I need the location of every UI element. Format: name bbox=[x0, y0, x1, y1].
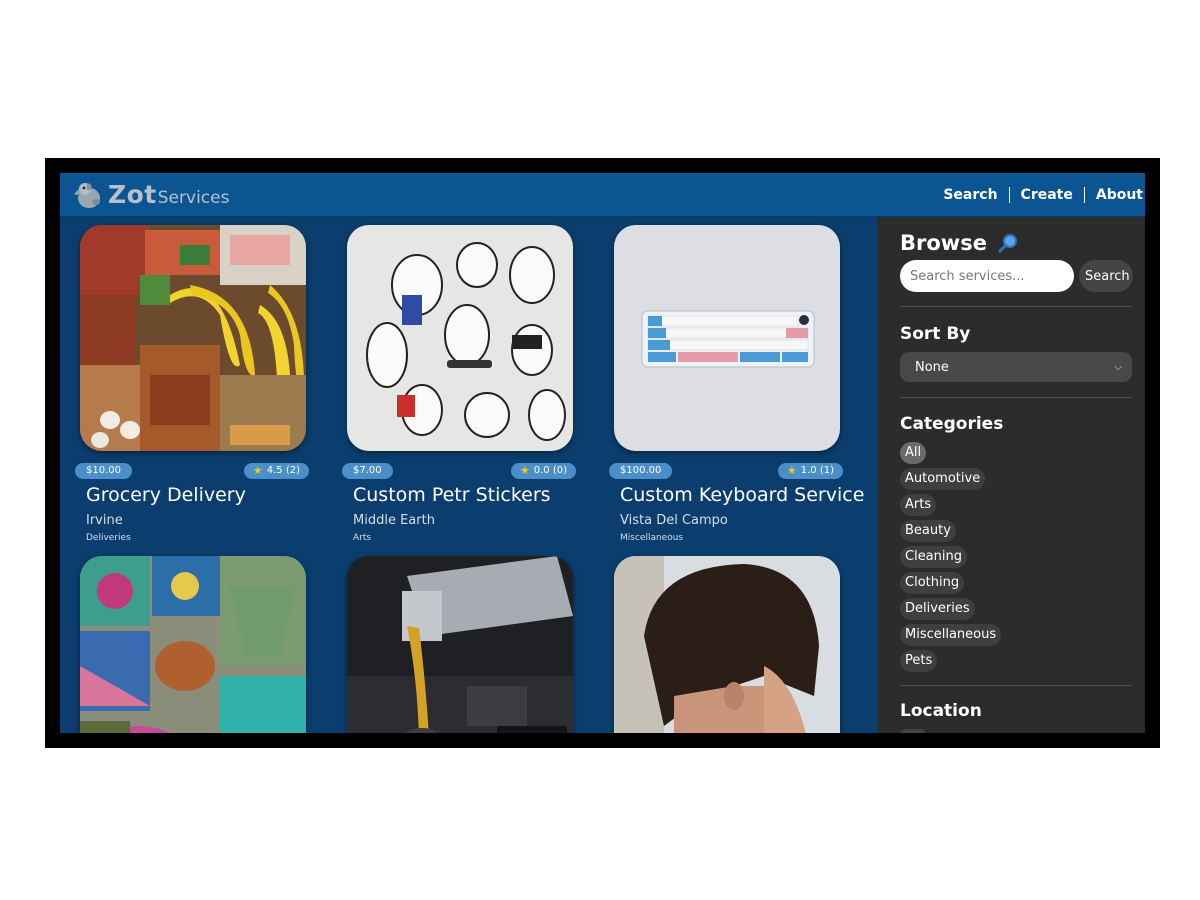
chevron-down-icon: ⌵ bbox=[1114, 361, 1122, 373]
category-clothing[interactable]: Clothing bbox=[900, 572, 965, 594]
rating-badge: ★ 0.0 (0) bbox=[510, 463, 576, 479]
service-image[interactable] bbox=[80, 556, 306, 733]
nav-search-link[interactable]: Search bbox=[932, 187, 1008, 203]
location-heading: Location bbox=[900, 701, 982, 721]
browse-title-text: Browse bbox=[900, 231, 987, 255]
motor-oil-photo bbox=[347, 556, 573, 733]
rating-text: 0.0 (0) bbox=[533, 465, 567, 476]
price-badge: $100.00 bbox=[609, 463, 673, 479]
category-pets[interactable]: Pets bbox=[900, 650, 938, 672]
category-beauty[interactable]: Beauty bbox=[900, 520, 956, 542]
browse-heading: Browse bbox=[900, 231, 1019, 255]
category-miscellaneous[interactable]: Miscellaneous bbox=[900, 624, 1002, 646]
logo-sub-text: Services bbox=[157, 188, 230, 208]
magnifier-icon bbox=[998, 234, 1017, 253]
category-arts[interactable]: Arts bbox=[900, 494, 937, 516]
rating-badge: ★ 1.0 (1) bbox=[777, 463, 843, 479]
listing-grid: $10.00 ★ 4.5 (2) Grocery Delivery Irvine… bbox=[60, 217, 877, 733]
nav-about-link[interactable]: About bbox=[1085, 187, 1143, 203]
nav-links: Search Create About bbox=[932, 180, 1143, 210]
service-title[interactable]: Custom Keyboard Service bbox=[620, 484, 864, 506]
rating-text: 4.5 (2) bbox=[266, 465, 300, 476]
location-option[interactable] bbox=[900, 729, 926, 733]
search-button[interactable]: Search bbox=[1079, 260, 1133, 292]
sort-by-select[interactable]: None ⌵ bbox=[900, 352, 1132, 382]
keyboard-photo bbox=[614, 225, 840, 451]
logo-main-text: Zot bbox=[108, 180, 157, 209]
star-icon: ★ bbox=[786, 464, 797, 477]
star-icon: ★ bbox=[519, 464, 530, 477]
category-list: All Automotive Arts Beauty Cleaning Clot… bbox=[900, 442, 1132, 676]
service-title[interactable]: Grocery Delivery bbox=[86, 484, 246, 506]
categories-heading: Categories bbox=[900, 414, 1004, 434]
logo-wordmark: Zot Services bbox=[108, 180, 229, 209]
price-badge: $7.00 bbox=[342, 463, 393, 479]
browse-sidebar: Browse Search Sort By None ⌵ Categories … bbox=[877, 217, 1145, 733]
price-badge: $10.00 bbox=[75, 463, 132, 479]
rating-text: 1.0 (1) bbox=[800, 465, 834, 476]
service-category: Miscellaneous bbox=[620, 533, 684, 543]
sort-by-heading: Sort By bbox=[900, 324, 971, 344]
divider bbox=[900, 306, 1132, 307]
service-location: Irvine bbox=[86, 513, 123, 528]
crochet-photo bbox=[80, 556, 306, 733]
service-title[interactable]: Custom Petr Stickers bbox=[353, 484, 551, 506]
logo[interactable]: Zot Services bbox=[74, 173, 229, 216]
service-category: Arts bbox=[353, 533, 372, 543]
rating-badge: ★ 4.5 (2) bbox=[243, 463, 309, 479]
category-cleaning[interactable]: Cleaning bbox=[900, 546, 967, 568]
service-image[interactable] bbox=[80, 225, 306, 451]
category-all[interactable]: All bbox=[900, 442, 927, 464]
top-navbar: Zot Services Search Create About bbox=[60, 173, 1145, 217]
groceries-photo bbox=[80, 225, 306, 451]
search-input[interactable] bbox=[900, 260, 1074, 292]
service-image[interactable] bbox=[347, 225, 573, 451]
anteater-mascot-icon bbox=[74, 182, 100, 208]
haircut-photo bbox=[614, 556, 840, 733]
service-location: Middle Earth bbox=[353, 513, 435, 528]
app-screen: Zot Services Search Create About $10.00 … bbox=[60, 173, 1145, 733]
star-icon: ★ bbox=[252, 464, 263, 477]
service-category: Deliveries bbox=[86, 533, 131, 543]
nav-create-link[interactable]: Create bbox=[1010, 187, 1084, 203]
service-image[interactable] bbox=[614, 556, 840, 733]
category-deliveries[interactable]: Deliveries bbox=[900, 598, 975, 620]
sort-selected-value: None bbox=[915, 359, 949, 375]
divider bbox=[900, 397, 1132, 398]
service-location: Vista Del Campo bbox=[620, 513, 728, 528]
device-frame: Zot Services Search Create About $10.00 … bbox=[45, 158, 1160, 748]
divider bbox=[900, 685, 1132, 686]
service-image[interactable] bbox=[347, 556, 573, 733]
service-image[interactable] bbox=[614, 225, 840, 451]
stickers-photo bbox=[347, 225, 573, 451]
category-automotive[interactable]: Automotive bbox=[900, 468, 986, 490]
